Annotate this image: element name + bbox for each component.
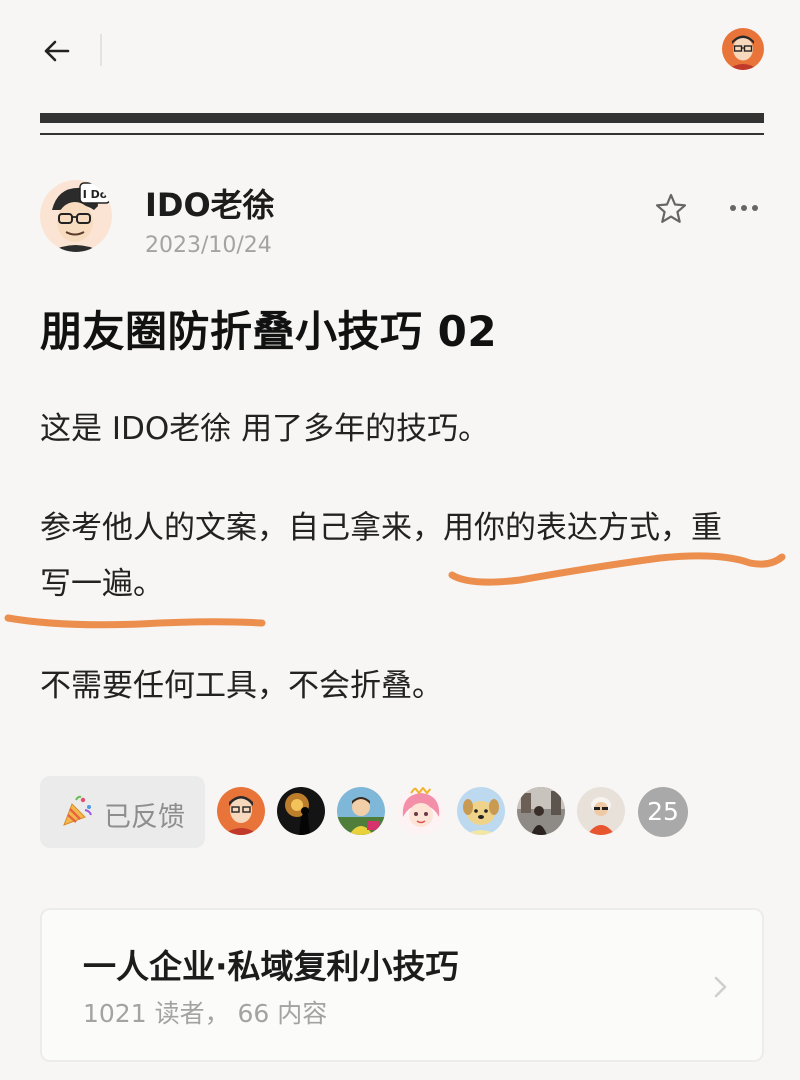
reactor-avatar[interactable] — [217, 787, 265, 835]
author-name[interactable]: IDO老徐 — [145, 180, 275, 226]
reactor-avatar[interactable] — [577, 787, 625, 835]
author-avatar[interactable]: I Do — [40, 180, 112, 252]
reactor-avatar[interactable] — [397, 787, 445, 835]
more-horizontal-icon — [730, 205, 758, 211]
series-card[interactable]: 一人企业·私域复利小技巧 1021 读者， 66 内容 — [40, 908, 764, 1062]
body-paragraph-continuation: 写一遍。 — [40, 566, 164, 602]
more-button[interactable] — [728, 196, 760, 220]
reactor-avatar[interactable] — [277, 787, 325, 835]
top-bar — [0, 0, 800, 100]
post-date: 2023/10/24 — [145, 233, 272, 258]
anime-pink-hair-icon — [397, 787, 445, 835]
header-rule-thin — [40, 133, 764, 135]
top-divider — [100, 34, 102, 66]
favorite-button[interactable] — [654, 192, 688, 226]
feedback-label: 已反馈 — [104, 802, 185, 833]
series-meta: 1021 读者， 66 内容 — [83, 999, 328, 1028]
reactor-avatar[interactable] — [457, 787, 505, 835]
header-rule-thick — [40, 113, 764, 123]
chevron-right-icon — [714, 976, 727, 998]
back-button[interactable] — [38, 32, 76, 70]
avatar-badge-text: I Do — [83, 188, 108, 201]
user-avatar[interactable] — [722, 28, 764, 70]
underline-stroke — [4, 614, 266, 629]
user-avatar-icon — [722, 28, 764, 70]
cartoon-dog-icon — [457, 787, 505, 835]
body-paragraph: 这是 IDO老徐 用了多年的技巧。 — [40, 411, 490, 447]
cartoon-man-glasses-icon — [217, 787, 265, 835]
arrow-left-icon — [44, 40, 70, 62]
silhouette-sunset-icon — [277, 787, 325, 835]
party-popper-icon — [63, 795, 92, 826]
person-orange-scarf-icon — [577, 787, 625, 835]
author-avatar-icon: I Do — [40, 180, 112, 252]
series-title: 一人企业·私域复利小技巧 — [83, 947, 459, 986]
reactor-count-badge[interactable]: 25 — [638, 787, 688, 837]
street-photo-icon — [517, 787, 565, 835]
child-photo-icon — [337, 787, 385, 835]
feedback-button[interactable]: 已反馈 — [40, 776, 205, 848]
reactor-avatar[interactable] — [337, 787, 385, 835]
reactor-avatar[interactable] — [517, 787, 565, 835]
body-paragraph: 不需要任何工具，不会折叠。 — [40, 668, 443, 704]
underline-stroke — [448, 552, 786, 586]
star-outline-icon — [655, 193, 687, 223]
post-title: 朋友圈防折叠小技巧 02 — [40, 307, 498, 356]
body-paragraph: 参考他人的文案，自己拿来，用你的表达方式，重 — [40, 510, 722, 546]
